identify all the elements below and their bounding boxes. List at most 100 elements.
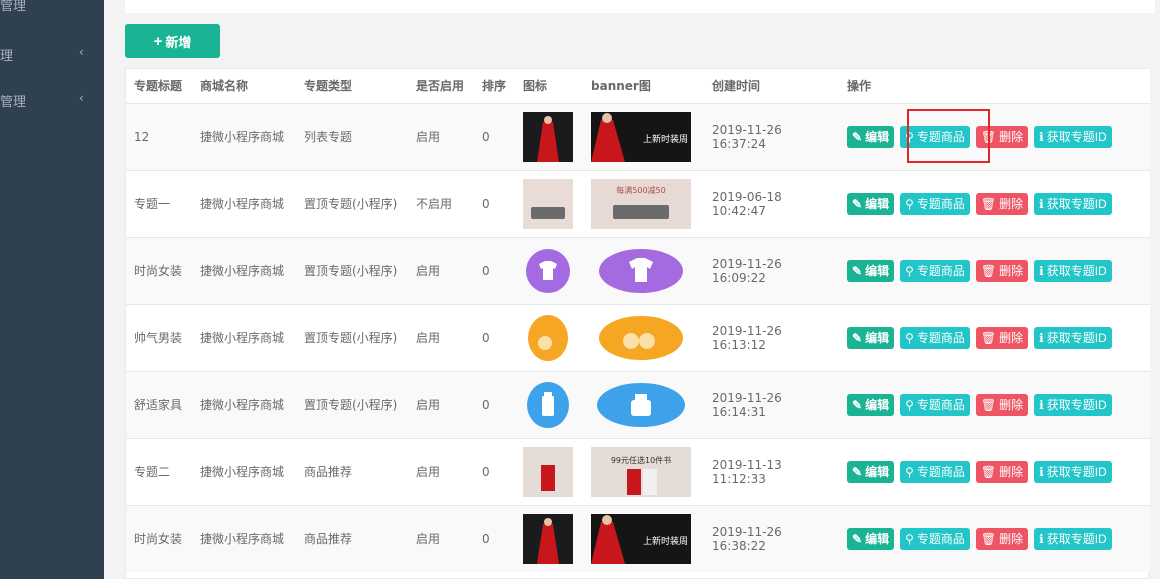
col-header-title[interactable]: 专题标题 [126, 69, 192, 104]
topic-goods-label: 专题商品 [916, 331, 965, 345]
topic-icon-image[interactable] [523, 178, 573, 229]
sidebar-item-label: 理 [0, 49, 14, 64]
topic-banner-image[interactable]: 上新时装周 [591, 111, 691, 162]
cell-title: 时尚女装 [126, 236, 192, 304]
sidebar-item-2[interactable]: 理 ‹ [0, 45, 104, 65]
info-icon: ℹ [1039, 397, 1044, 412]
topic-icon-image[interactable] [523, 446, 573, 497]
delete-button[interactable]: 🗑 删除 [975, 393, 1029, 416]
topic-icon-image[interactable] [523, 313, 573, 363]
topic-goods-button[interactable]: ⚲ 专题商品 [900, 460, 970, 483]
cell-sort: 0 [474, 437, 515, 505]
edit-icon: ✎ [852, 196, 863, 211]
col-header-sort[interactable]: 排序 [474, 69, 515, 104]
cell-icon [515, 102, 583, 170]
cell-enabled: 启用 [408, 236, 474, 304]
sidebar-item-label: 管理 [0, 0, 27, 14]
cell-type: 置顶专题(小程序) [296, 236, 408, 304]
topic-icon-image[interactable] [523, 380, 573, 430]
delete-label: 删除 [999, 532, 1024, 547]
cell-created: 2019-11-26 16:38:22 [704, 504, 839, 572]
col-header-created[interactable]: 创建时间 [704, 69, 839, 104]
delete-button[interactable]: 🗑 删除 [975, 125, 1029, 148]
top-panel [125, 0, 1155, 13]
cell-banner: 99元任选10件书 [583, 437, 704, 505]
add-button[interactable]: + 新增 [125, 24, 220, 58]
get-topic-id-button[interactable]: ℹ 获取专题ID [1034, 192, 1112, 215]
sidebar-item-label: 管理 [0, 95, 27, 110]
cell-created: 2019-11-26 16:13:12 [704, 303, 839, 371]
edit-button[interactable]: ✎ 编辑 [847, 460, 895, 483]
topic-goods-button[interactable]: ⚲ 专题商品 [900, 192, 970, 215]
delete-button[interactable]: 🗑 删除 [975, 527, 1029, 550]
sidebar-item-3[interactable]: 管理 ‹ [0, 91, 104, 111]
search-icon: ⚲ [905, 196, 914, 211]
cell-banner [583, 236, 704, 304]
table-row: 12 捷微小程序商城 列表专题 启用 0 上新时装周 2019-11-26 16… [126, 102, 1150, 170]
cell-sort: 0 [474, 370, 515, 438]
topic-goods-label: 专题商品 [916, 130, 965, 144]
delete-button[interactable]: 🗑 删除 [975, 192, 1029, 215]
trash-icon: 🗑 [980, 397, 997, 412]
delete-button[interactable]: 🗑 删除 [975, 326, 1029, 349]
svg-text:99元任选10件书: 99元任选10件书 [611, 455, 671, 465]
col-header-enabled[interactable]: 是否启用 [408, 69, 474, 104]
topic-banner-image[interactable]: 每满500减50 [591, 178, 691, 229]
edit-icon: ✎ [852, 397, 863, 412]
topic-icon-image[interactable] [523, 513, 573, 564]
delete-label: 删除 [999, 331, 1024, 345]
topic-goods-button[interactable]: ⚲ 专题商品 [900, 393, 970, 416]
get-topic-id-button[interactable]: ℹ 获取专题ID [1034, 259, 1112, 282]
edit-button[interactable]: ✎ 编辑 [847, 393, 895, 416]
get-topic-id-button[interactable]: ℹ 获取专题ID [1034, 460, 1112, 483]
topic-banner-image[interactable]: 上新时装周 [591, 513, 691, 564]
topic-banner-image[interactable] [591, 312, 691, 363]
search-icon: ⚲ [905, 263, 914, 278]
topic-icon-image[interactable] [523, 111, 573, 162]
search-icon: ⚲ [905, 330, 914, 345]
edit-button[interactable]: ✎ 编辑 [847, 326, 895, 349]
topic-banner-image[interactable] [591, 246, 691, 296]
sidebar-item-1[interactable]: 管理 [0, 0, 104, 15]
cell-created: 2019-11-26 16:09:22 [704, 236, 839, 304]
edit-button[interactable]: ✎ 编辑 [847, 527, 895, 550]
col-header-type[interactable]: 专题类型 [296, 69, 408, 104]
get-topic-id-button[interactable]: ℹ 获取专题ID [1034, 125, 1112, 148]
edit-icon: ✎ [852, 129, 863, 144]
topic-goods-button[interactable]: ⚲ 专题商品 [900, 125, 970, 148]
trash-icon: 🗑 [980, 196, 997, 211]
topic-goods-label: 专题商品 [916, 532, 965, 547]
cell-icon [515, 169, 583, 237]
get-topic-id-button[interactable]: ℹ 获取专题ID [1034, 326, 1112, 349]
topic-icon-image[interactable] [523, 246, 573, 296]
trash-icon: 🗑 [980, 129, 997, 144]
topic-goods-button[interactable]: ⚲ 专题商品 [900, 527, 970, 550]
topic-goods-button[interactable]: ⚲ 专题商品 [900, 326, 970, 349]
table-header-row: 专题标题 商城名称 专题类型 是否启用 排序 图标 banner图 创建时间 操… [126, 69, 1150, 104]
get-topic-id-button[interactable]: ℹ 获取专题ID [1034, 527, 1112, 550]
edit-button[interactable]: ✎ 编辑 [847, 125, 895, 148]
cell-enabled: 启用 [408, 504, 474, 572]
get-id-label: 获取专题ID [1046, 398, 1107, 412]
delete-button[interactable]: 🗑 删除 [975, 460, 1029, 483]
topic-goods-button[interactable]: ⚲ 专题商品 [900, 259, 970, 282]
trash-icon: 🗑 [980, 263, 997, 278]
topic-banner-image[interactable]: 99元任选10件书 [591, 446, 691, 497]
edit-label: 编辑 [865, 130, 890, 144]
delete-label: 删除 [999, 130, 1024, 144]
get-topic-id-button[interactable]: ℹ 获取专题ID [1034, 393, 1112, 416]
cell-mall: 捷微小程序商城 [192, 102, 296, 170]
edit-button[interactable]: ✎ 编辑 [847, 259, 895, 282]
edit-button[interactable]: ✎ 编辑 [847, 192, 895, 215]
cell-type: 商品推荐 [296, 437, 408, 505]
col-header-mall[interactable]: 商城名称 [192, 69, 296, 104]
cell-created: 2019-06-18 10:42:47 [704, 169, 839, 237]
col-header-banner[interactable]: banner图 [583, 69, 704, 104]
cell-sort: 0 [474, 303, 515, 371]
cell-title: 帅气男装 [126, 303, 192, 371]
topic-banner-image[interactable] [591, 380, 691, 430]
cell-icon [515, 437, 583, 505]
delete-button[interactable]: 🗑 删除 [975, 259, 1029, 282]
col-header-icon[interactable]: 图标 [515, 69, 583, 104]
cell-actions: ✎ 编辑 ⚲ 专题商品 🗑 删除 ℹ 获取专题ID [839, 303, 1150, 371]
